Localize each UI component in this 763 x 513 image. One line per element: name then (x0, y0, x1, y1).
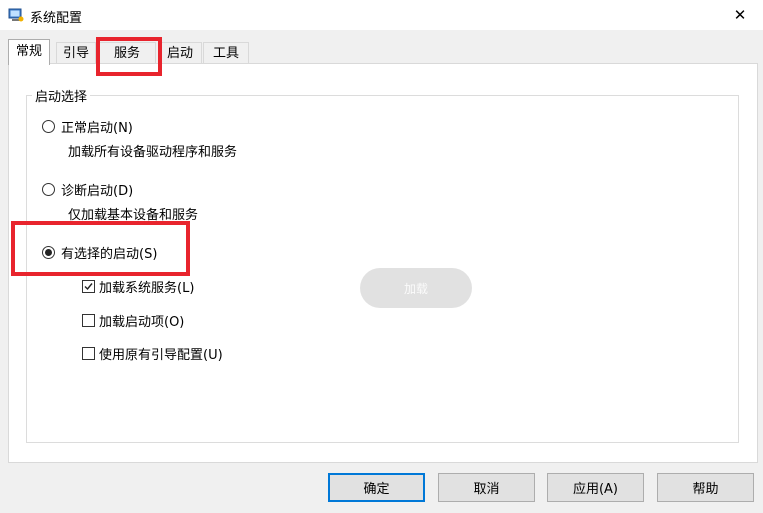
radio-button-selected (42, 246, 55, 259)
checkbox-checked (82, 280, 95, 293)
checkbox-unchecked (82, 347, 95, 360)
radio-label: 正常启动(N) (61, 121, 133, 136)
checkmark-icon (84, 283, 93, 291)
checkbox-load-startup-items[interactable]: 加载启动项(O) (82, 311, 184, 330)
normal-startup-description: 加载所有设备驱动程序和服务 (68, 145, 238, 160)
checkbox-use-original-boot-config[interactable]: 使用原有引导配置(U) (82, 344, 223, 363)
checkbox-load-system-services[interactable]: 加载系统服务(L) (82, 277, 194, 296)
loading-overlay: 加载 (360, 268, 472, 308)
close-button[interactable]: ✕ (717, 0, 763, 30)
tab-startup[interactable]: 启动 (158, 42, 202, 64)
window-title: 系统配置 (30, 11, 83, 26)
checkbox-label: 加载系统服务(L) (99, 281, 195, 296)
checkbox-label: 加载启动项(O) (99, 315, 185, 330)
radio-label: 诊断启动(D) (61, 184, 134, 199)
radio-label: 有选择的启动(S) (61, 247, 158, 262)
cancel-button[interactable]: 取消 (438, 473, 535, 502)
radio-selective-startup[interactable]: 有选择的启动(S) (42, 243, 157, 262)
group-legend: 启动选择 (32, 86, 91, 105)
radio-button (42, 183, 55, 196)
checkbox-unchecked (82, 314, 95, 327)
radio-normal-startup[interactable]: 正常启动(N) (42, 117, 133, 136)
system-config-icon (8, 8, 24, 22)
ok-button[interactable]: 确定 (328, 473, 425, 502)
apply-button[interactable]: 应用(A) (547, 473, 644, 502)
tab-general[interactable]: 常规 (8, 39, 50, 65)
title-bar: 系统配置 ✕ (0, 0, 763, 30)
diagnostic-startup-description: 仅加载基本设备和服务 (68, 208, 199, 223)
help-button[interactable]: 帮助 (657, 473, 754, 502)
tab-boot[interactable]: 引导 (56, 42, 96, 64)
tab-tools[interactable]: 工具 (203, 42, 249, 64)
radio-button (42, 120, 55, 133)
checkbox-label: 使用原有引导配置(U) (99, 348, 223, 363)
close-icon: ✕ (733, 6, 747, 24)
tab-services[interactable]: 服务 (98, 42, 156, 64)
radio-diagnostic-startup[interactable]: 诊断启动(D) (42, 180, 133, 199)
overlay-text: 加载 (403, 281, 428, 296)
